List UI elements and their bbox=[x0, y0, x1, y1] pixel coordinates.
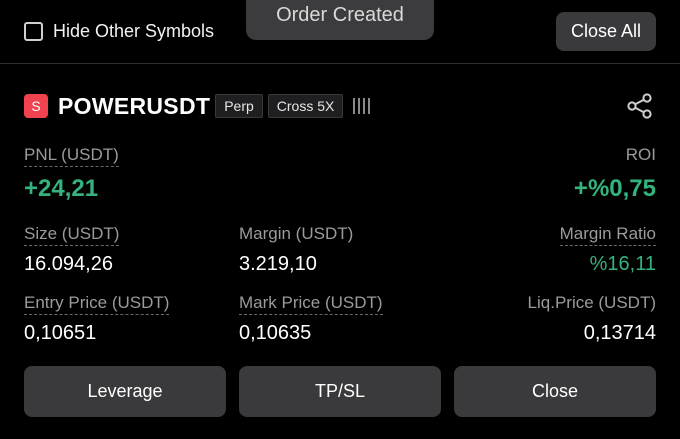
mark-price-label: Mark Price (USDT) bbox=[239, 293, 383, 315]
pnl-value: +24,21 bbox=[24, 175, 99, 202]
symbol-name[interactable]: POWERUSDT bbox=[58, 93, 210, 120]
divider bbox=[0, 63, 680, 64]
margin-ratio-value: %16,11 bbox=[589, 253, 656, 275]
entry-price-value: 0,10651 bbox=[24, 322, 97, 344]
hide-other-symbols-label: Hide Other Symbols bbox=[53, 21, 215, 41]
margin-value: 3.219,10 bbox=[239, 253, 317, 275]
margin-ratio-label: Margin Ratio bbox=[559, 224, 656, 246]
entry-price-label: Entry Price (USDT) bbox=[24, 293, 170, 315]
close-position-button[interactable]: Close bbox=[454, 366, 656, 417]
margin-label: Margin (USDT) bbox=[239, 224, 354, 243]
symbol-badge-icon: S bbox=[24, 94, 48, 118]
signal-bars-icon bbox=[353, 97, 371, 115]
liq-price-label: Liq.Price (USDT) bbox=[527, 293, 656, 312]
share-icon[interactable] bbox=[626, 92, 654, 120]
symbol-header: S POWERUSDT Perp Cross 5X bbox=[24, 93, 371, 120]
pnl-label: PNL (USDT) bbox=[24, 145, 119, 167]
size-value: 16.094,26 bbox=[24, 253, 113, 275]
leverage-button[interactable]: Leverage bbox=[24, 366, 226, 417]
roi-label: ROI bbox=[625, 145, 656, 164]
hide-other-symbols-toggle[interactable]: Hide Other Symbols bbox=[24, 21, 214, 42]
tpsl-button[interactable]: TP/SL bbox=[239, 366, 441, 417]
order-created-toast: Order Created bbox=[246, 0, 434, 40]
mark-price-value: 0,10635 bbox=[239, 322, 312, 344]
roi-value: +%0,75 bbox=[573, 175, 656, 202]
liq-price-value: 0,13714 bbox=[583, 322, 656, 344]
tag-perp: Perp bbox=[215, 94, 263, 118]
size-label: Size (USDT) bbox=[24, 224, 120, 246]
tag-cross-leverage[interactable]: Cross 5X bbox=[267, 94, 344, 118]
checkbox-icon[interactable] bbox=[24, 22, 43, 41]
close-all-button[interactable]: Close All bbox=[556, 12, 656, 51]
top-bar: Hide Other Symbols Order Created Close A… bbox=[0, 0, 680, 63]
